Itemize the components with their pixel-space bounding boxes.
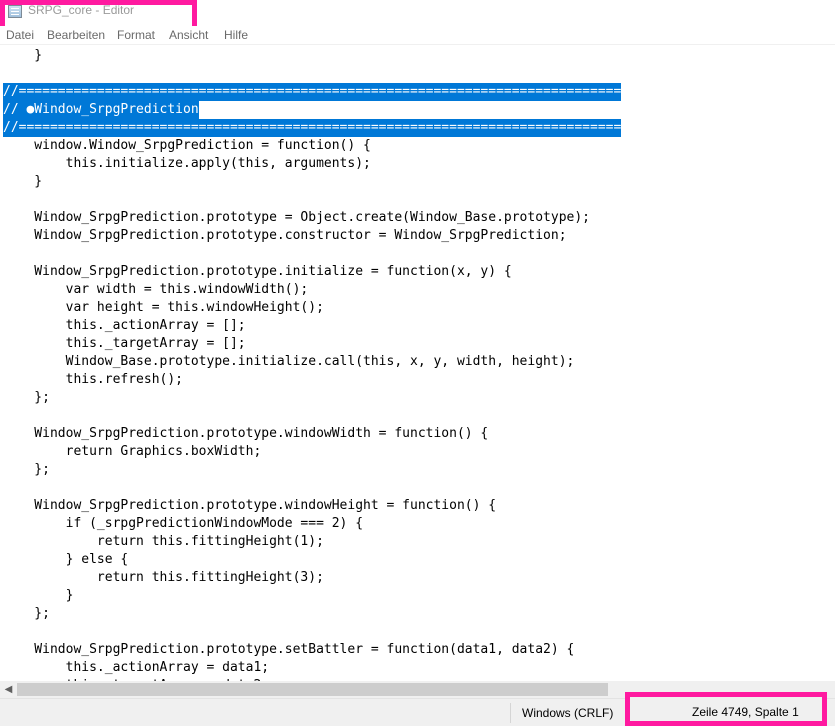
code-line: if (_srpgPredictionWindowMode === 2) { bbox=[3, 516, 364, 531]
code-line: this._targetArray = []; bbox=[3, 336, 246, 351]
menu-format[interactable]: Format bbox=[117, 28, 155, 42]
code-line: Window_Base.prototype.initialize.call(th… bbox=[3, 354, 575, 369]
code-line: this._actionArray = data1; bbox=[3, 660, 270, 675]
code-line: Window_SrpgPrediction.prototype.windowWi… bbox=[3, 426, 489, 441]
code-line: this._actionArray = []; bbox=[3, 318, 246, 333]
code-line: }; bbox=[3, 606, 50, 621]
code-line: Window_SrpgPrediction.prototype.windowHe… bbox=[3, 498, 497, 513]
scroll-left-arrow-icon[interactable]: ◀ bbox=[0, 681, 17, 698]
code-line: Window_SrpgPrediction.prototype.construc… bbox=[3, 228, 567, 243]
code-line: } bbox=[3, 588, 74, 603]
status-divider bbox=[510, 703, 511, 723]
code-line-selected: //======================================… bbox=[3, 83, 622, 101]
code-line: Window_SrpgPrediction.prototype = Object… bbox=[3, 210, 590, 225]
status-encoding: Windows (CRLF) bbox=[522, 706, 614, 720]
code-line: } bbox=[3, 174, 43, 189]
code-line: }; bbox=[3, 390, 50, 405]
code-line: return Graphics.boxWidth; bbox=[3, 444, 262, 459]
code-line-selected: // ●Window_SrpgPrediction bbox=[3, 101, 199, 119]
scrollbar-thumb[interactable] bbox=[17, 683, 608, 696]
code-line: var height = this.windowHeight(); bbox=[3, 300, 324, 315]
code-line: return this.fittingHeight(3); bbox=[3, 570, 324, 585]
code-line: this.refresh(); bbox=[3, 372, 184, 387]
text-editor-area[interactable]: } //=====================================… bbox=[0, 44, 835, 681]
code-line-selected: //======================================… bbox=[3, 119, 622, 137]
notepad-icon bbox=[8, 5, 22, 18]
code-line: var width = this.windowWidth(); bbox=[3, 282, 309, 297]
window-title: SRPG_core - Editor bbox=[28, 3, 135, 17]
menu-hilfe[interactable]: Hilfe bbox=[224, 28, 248, 42]
status-cursor-position: Zeile 4749, Spalte 1 bbox=[692, 705, 799, 719]
code-line: this.initialize.apply(this, arguments); bbox=[3, 156, 371, 171]
code-line: }; bbox=[3, 462, 50, 477]
title-bar: SRPG_core - Editor bbox=[0, 0, 835, 31]
code-line: } else { bbox=[3, 552, 129, 567]
menu-ansicht[interactable]: Ansicht bbox=[169, 28, 208, 42]
menu-datei[interactable]: Datei bbox=[6, 28, 34, 42]
code-line: return this.fittingHeight(1); bbox=[3, 534, 324, 549]
code-line: Window_SrpgPrediction.prototype.setBattl… bbox=[3, 642, 575, 657]
menu-bar: Datei Bearbeiten Format Ansicht Hilfe bbox=[0, 26, 835, 44]
menu-bearbeiten[interactable]: Bearbeiten bbox=[47, 28, 105, 42]
code-line: window.Window_SrpgPrediction = function(… bbox=[3, 138, 371, 153]
code-line: Window_SrpgPrediction.prototype.initiali… bbox=[3, 264, 512, 279]
code-line: } bbox=[3, 48, 43, 63]
